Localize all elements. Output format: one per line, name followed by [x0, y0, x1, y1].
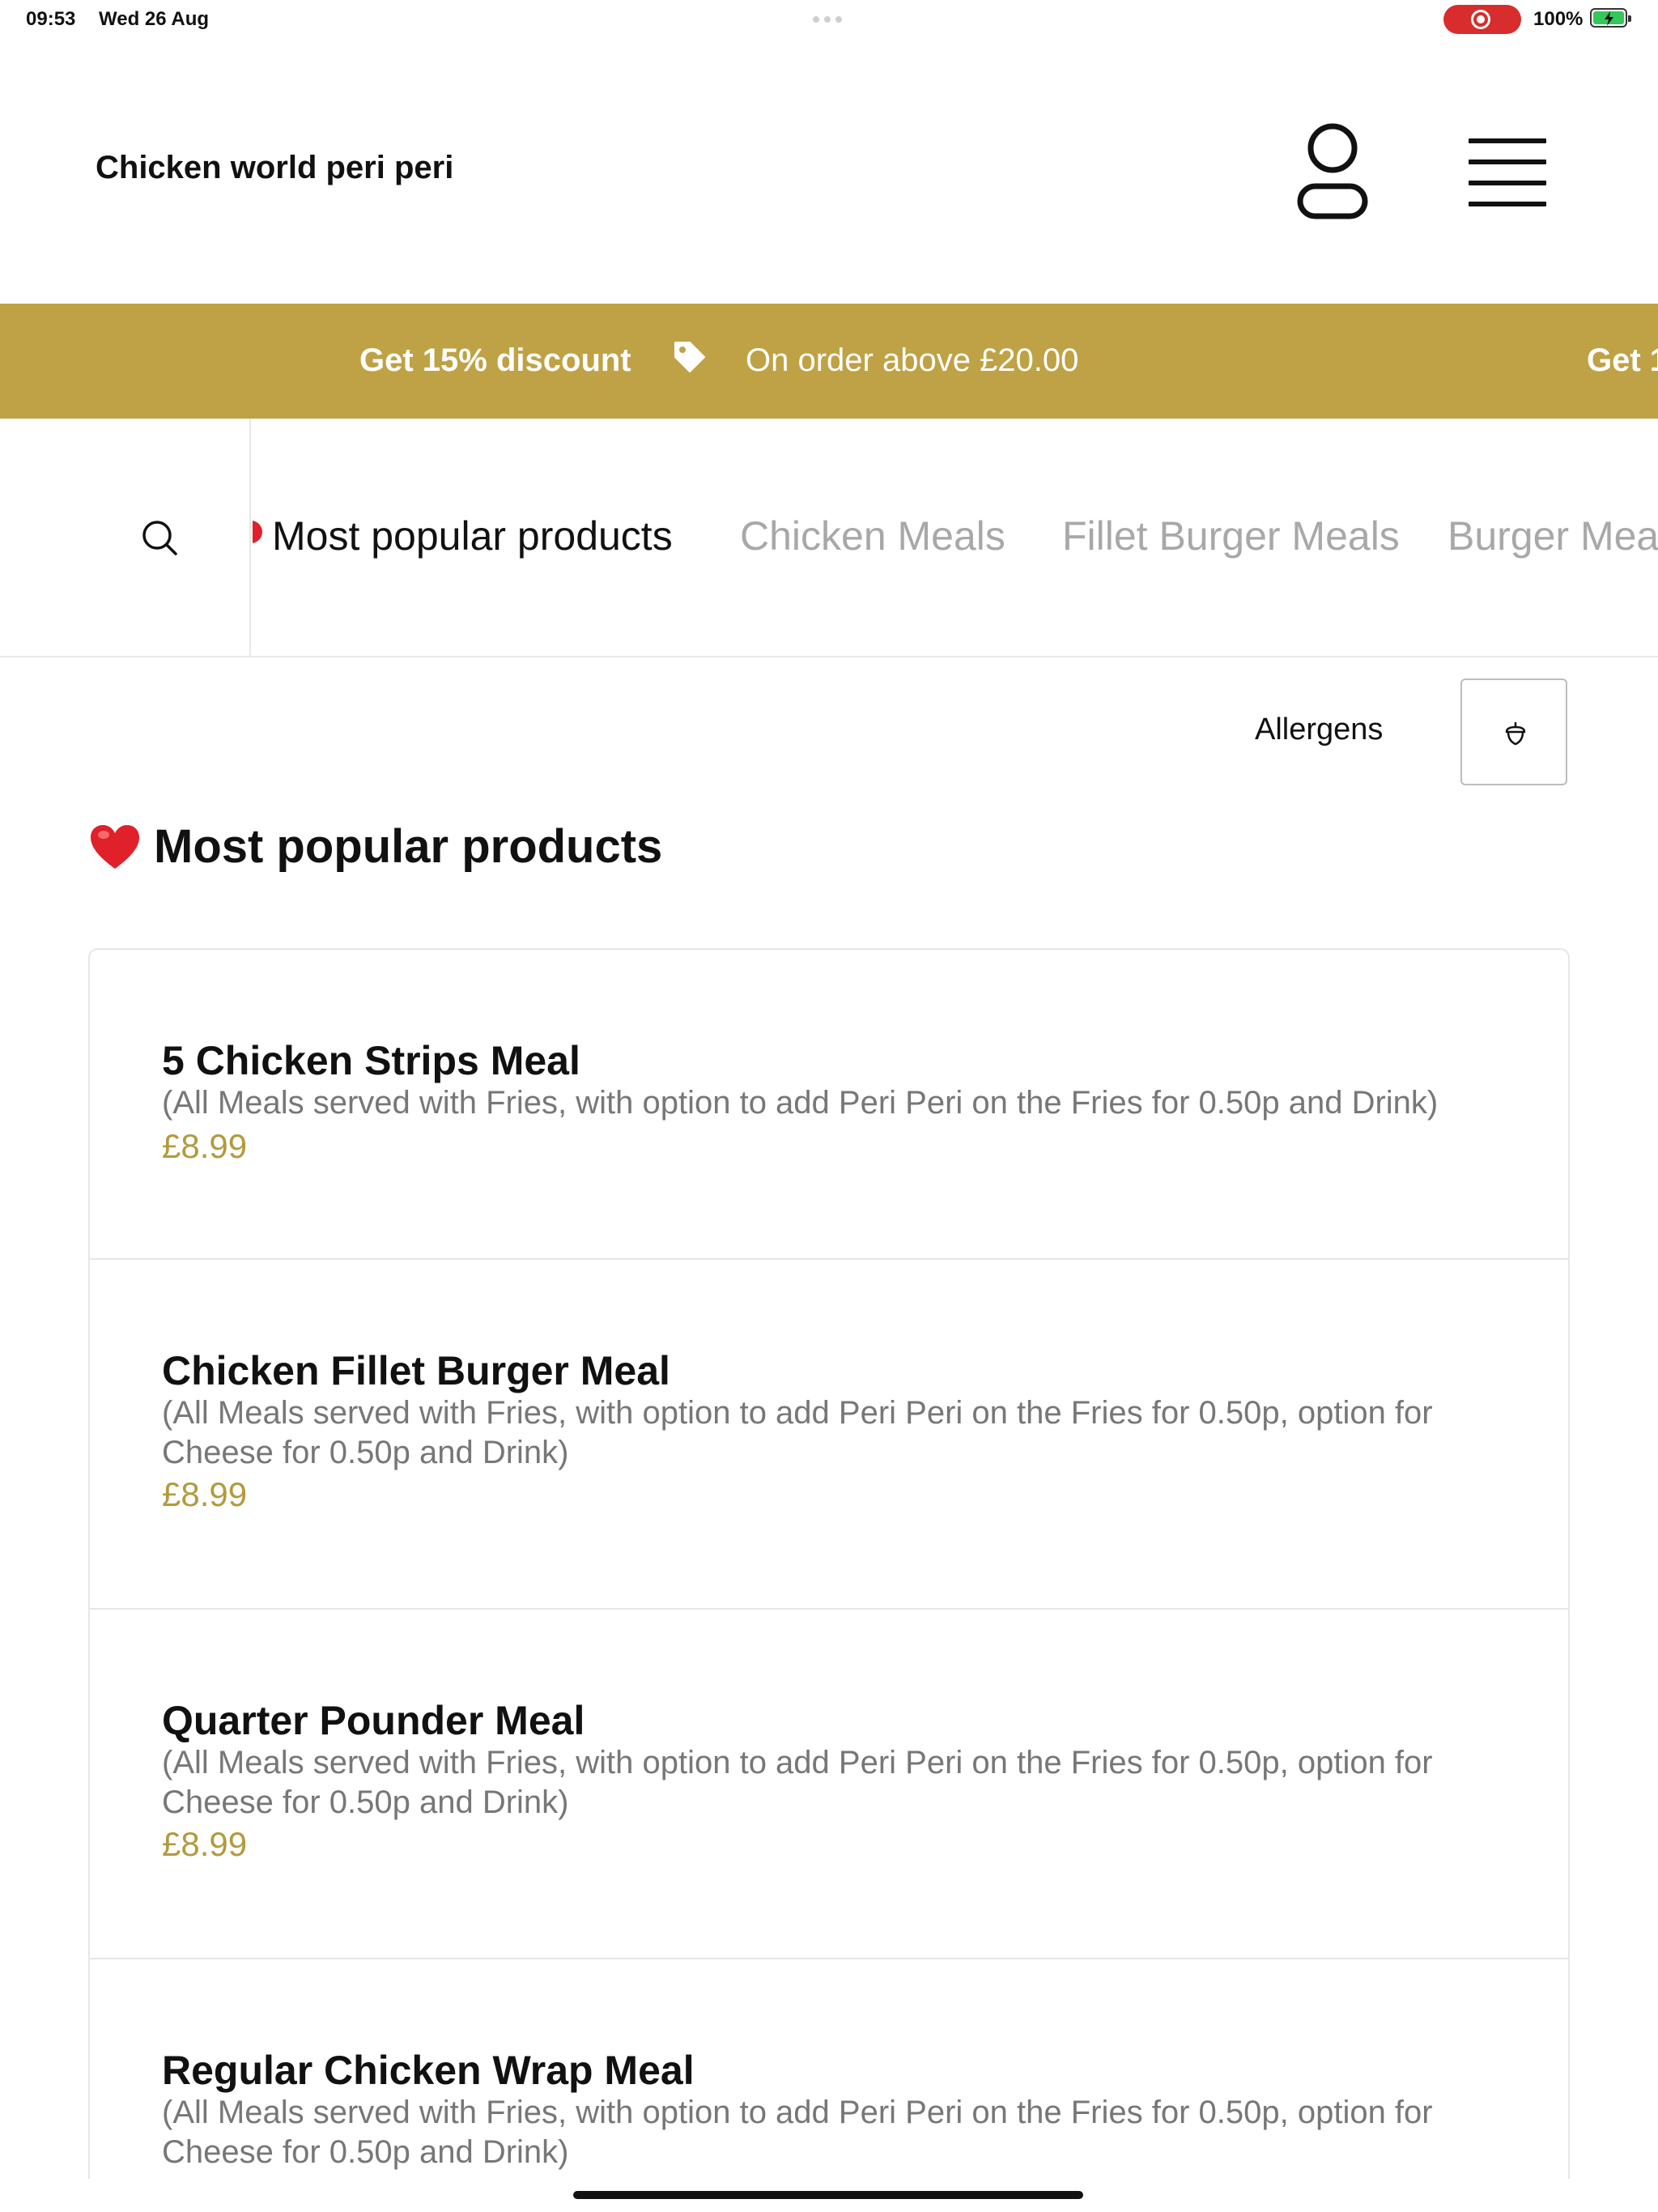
- product-name: 5 Chicken Strips Meal: [162, 1038, 580, 1083]
- status-bar: 09:53 Wed 26 Aug 100%: [0, 0, 1658, 40]
- battery-icon: [1590, 8, 1631, 28]
- search-button[interactable]: [0, 419, 251, 656]
- promo-title-repeat: Get 15% discount: [1587, 342, 1658, 378]
- product-card[interactable]: Chicken Fillet Burger Meal (All Meals se…: [90, 1260, 1568, 1610]
- tab-fillet-burger-meals[interactable]: Fillet Burger Meals: [1062, 513, 1400, 559]
- heart-icon: [91, 824, 139, 869]
- promo-title: Get 15% discount: [359, 342, 631, 378]
- product-description: (All Meals served with Fries, with optio…: [162, 1395, 1433, 1470]
- promo-text: On order above £20.00: [746, 342, 1079, 378]
- search-icon: [142, 521, 177, 555]
- status-date: Wed 26 Aug: [99, 8, 210, 30]
- home-indicator[interactable]: [573, 2191, 1083, 2199]
- category-navigation: Most popular products Chicken Meals Fill…: [0, 419, 1658, 657]
- product-name: Chicken Fillet Burger Meal: [162, 1348, 670, 1393]
- product-card[interactable]: Quarter Pounder Meal (All Meals served w…: [90, 1610, 1568, 1959]
- page: 09:53 Wed 26 Aug 100% Chicken world peri…: [0, 0, 1658, 2212]
- product-name: Quarter Pounder Meal: [162, 1698, 585, 1743]
- allergens-label[interactable]: Allergens: [1255, 713, 1383, 747]
- product-price: £8.99: [162, 1825, 248, 1863]
- section-title: Most popular products: [154, 820, 663, 873]
- product-name: Regular Chicken Wrap Meal: [162, 2048, 695, 2093]
- tab-chicken-meals[interactable]: Chicken Meals: [740, 513, 1005, 559]
- tag-icon: [672, 339, 708, 383]
- product-description: (All Meals served with Fries, with optio…: [162, 1085, 1439, 1121]
- product-card[interactable]: Regular Chicken Wrap Meal (All Meals ser…: [90, 1959, 1568, 2179]
- user-icon: [1297, 123, 1368, 219]
- heart-icon: [253, 521, 262, 543]
- restaurant-name[interactable]: Chicken world peri peri: [96, 150, 453, 186]
- account-button[interactable]: [1287, 121, 1378, 222]
- product-price: £8.99: [162, 1475, 248, 1513]
- tab-most-popular-products[interactable]: Most popular products: [272, 513, 673, 559]
- product-price: £8.99: [162, 1127, 248, 1165]
- menu-button[interactable]: [1464, 134, 1550, 206]
- acorn-icon: [1505, 721, 1526, 746]
- product-list: 5 Chicken Strips Meal (All Meals served …: [88, 948, 1570, 2179]
- battery-percentage: 100%: [1533, 8, 1584, 30]
- tab-burger-meals[interactable]: Burger Meals: [1448, 513, 1658, 559]
- status-time: 09:53: [26, 8, 76, 30]
- product-description: (All Meals served with Fries, with optio…: [162, 2095, 1433, 2170]
- section-heading: Most popular products: [89, 819, 662, 874]
- product-description: (All Meals served with Fries, with optio…: [162, 1745, 1433, 1820]
- screen-recording-indicator[interactable]: [1443, 5, 1521, 34]
- header: Chicken world peri peri: [0, 40, 1658, 304]
- allergens-button[interactable]: [1460, 678, 1567, 785]
- category-tabs: Most popular products Chicken Meals Fill…: [253, 419, 1658, 656]
- multitasking-dots-icon[interactable]: [813, 16, 842, 23]
- product-card[interactable]: 5 Chicken Strips Meal (All Meals served …: [90, 950, 1568, 1260]
- promo-banner: Get 15% discount On order above £20.00 G…: [0, 304, 1658, 419]
